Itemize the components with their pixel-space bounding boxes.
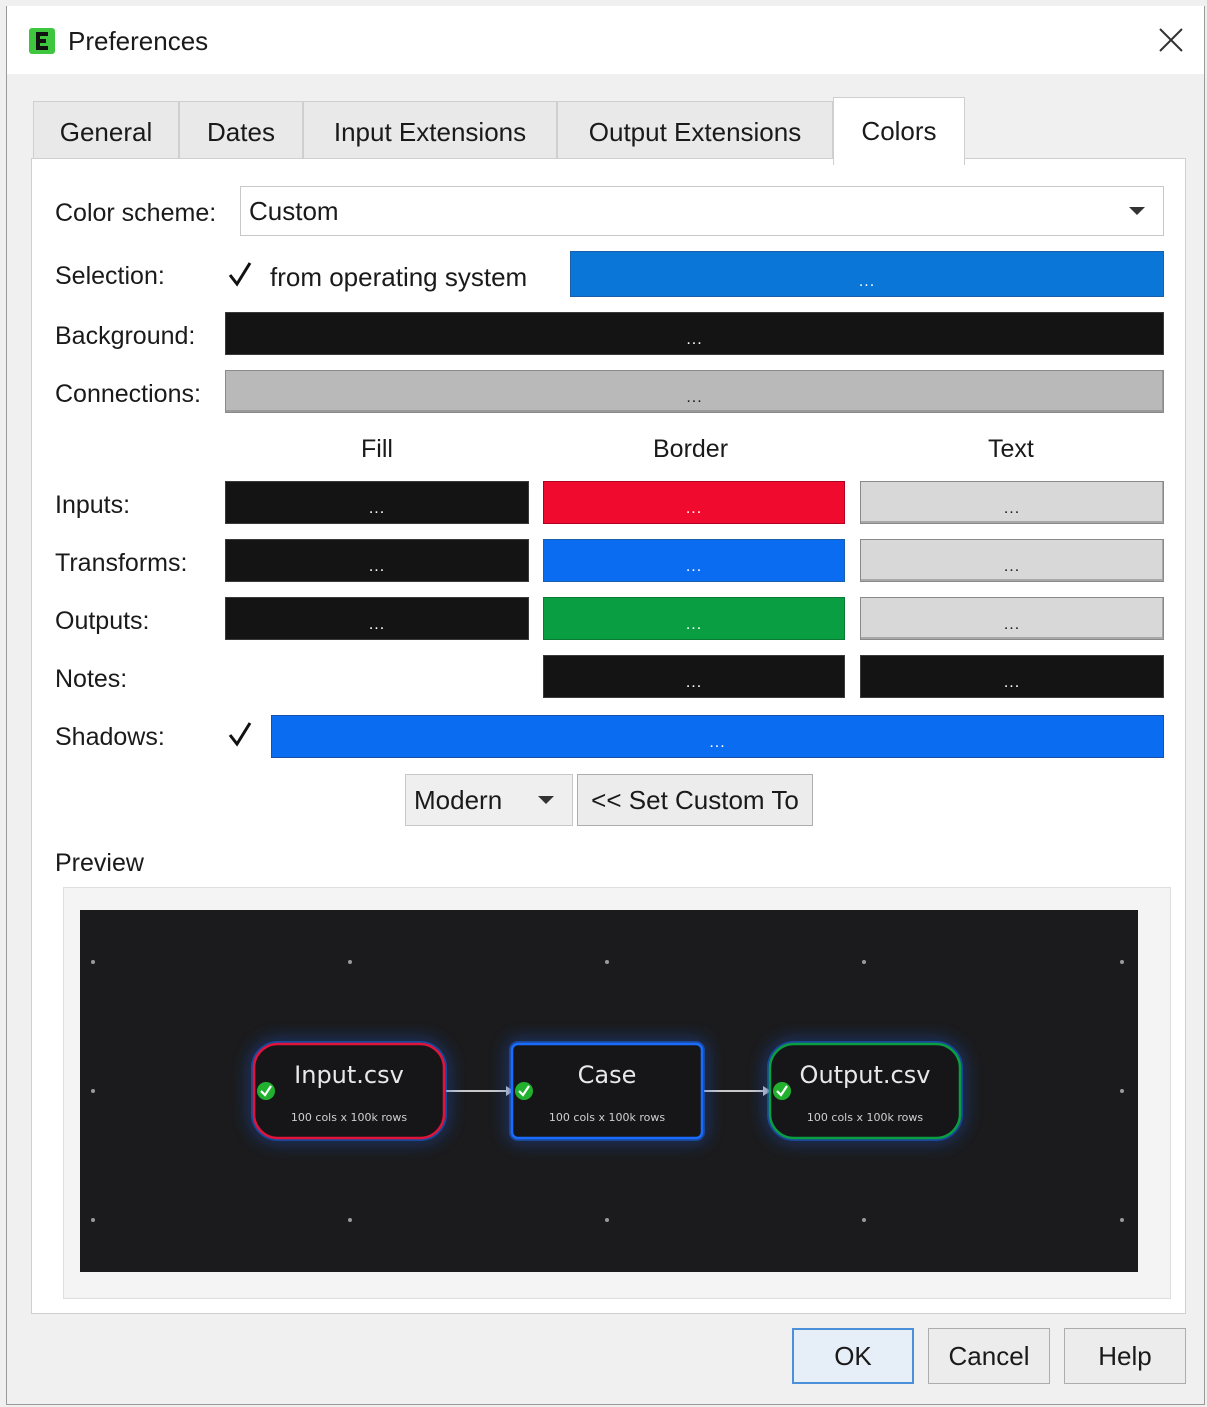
selection-color-button[interactable]: ... (570, 251, 1164, 297)
checkmark-icon (228, 722, 252, 747)
background-label: Background: (55, 322, 196, 350)
notes-text-button[interactable]: ... (860, 655, 1164, 698)
tab-colors[interactable]: Colors (833, 97, 965, 165)
node-title-output: Output.csv (800, 1061, 931, 1089)
color-scheme-select[interactable]: Custom (240, 186, 1164, 236)
connections-color-button[interactable]: ... (225, 370, 1164, 413)
cancel-button[interactable]: Cancel (928, 1328, 1050, 1384)
outputs-border-button[interactable]: ... (543, 597, 845, 640)
notes-border-button[interactable]: ... (543, 655, 845, 698)
color-scheme-value: Custom (249, 195, 339, 226)
notes-label: Notes: (55, 665, 128, 693)
tab-general[interactable]: General (33, 101, 179, 163)
selection-os-checkbox[interactable] (225, 259, 255, 289)
color-scheme-label: Color scheme: (55, 199, 217, 227)
connections-label: Connections: (55, 380, 201, 408)
selection-label: Selection: (55, 262, 165, 290)
close-icon (1159, 28, 1183, 52)
transforms-label: Transforms: (55, 549, 188, 577)
shadows-label: Shadows: (55, 723, 165, 751)
preview-label: Preview (55, 849, 144, 877)
node-title-transform: Case (578, 1061, 637, 1089)
transforms-fill-button[interactable]: ... (225, 539, 529, 582)
transforms-border-button[interactable]: ... (543, 539, 845, 582)
checkmark-icon (228, 262, 252, 287)
fill-column-header: Fill (361, 435, 393, 463)
node-subtitle-input: 100 cols x 100k rows (291, 1111, 407, 1124)
inputs-border-button[interactable]: ... (543, 481, 845, 524)
chevron-down-icon (538, 796, 554, 804)
chevron-down-icon (1129, 207, 1145, 215)
outputs-fill-button[interactable]: ... (225, 597, 529, 640)
title-bar: Preferences (7, 6, 1204, 74)
preview-canvas: Input.csv 100 cols x 100k rows Case 100 … (80, 910, 1138, 1272)
preferences-dialog: Preferences General Dates Input Extensio… (6, 6, 1205, 1405)
node-title-input: Input.csv (294, 1061, 404, 1089)
background-color-button[interactable]: ... (225, 312, 1164, 355)
outputs-text-button[interactable]: ... (860, 597, 1164, 640)
text-column-header: Text (988, 435, 1034, 463)
preview-diagram: Input.csv 100 cols x 100k rows Case 100 … (91, 960, 1124, 1222)
close-button[interactable] (1148, 18, 1194, 62)
tab-output-extensions[interactable]: Output Extensions (557, 101, 833, 163)
tab-dates[interactable]: Dates (179, 101, 303, 163)
shadows-checkbox[interactable] (225, 719, 255, 749)
set-custom-to-button[interactable]: << Set Custom To (577, 774, 813, 826)
help-button[interactable]: Help (1064, 1328, 1186, 1384)
preset-select[interactable]: Modern (405, 774, 573, 826)
easy-data-transform-icon (29, 28, 55, 54)
node-subtitle-output: 100 cols x 100k rows (807, 1111, 923, 1124)
shadows-color-button[interactable]: ... (271, 715, 1164, 758)
inputs-fill-button[interactable]: ... (225, 481, 529, 524)
window-title: Preferences (68, 26, 209, 56)
node-subtitle-transform: 100 cols x 100k rows (549, 1111, 665, 1124)
transforms-text-button[interactable]: ... (860, 539, 1164, 582)
preset-value: Modern (414, 784, 503, 815)
ok-button[interactable]: OK (792, 1328, 914, 1384)
border-column-header: Border (653, 435, 729, 463)
tab-input-extensions[interactable]: Input Extensions (303, 101, 557, 163)
selection-os-label: from operating system (270, 262, 528, 292)
inputs-text-button[interactable]: ... (860, 481, 1164, 524)
outputs-label: Outputs: (55, 607, 150, 635)
inputs-label: Inputs: (55, 491, 131, 519)
